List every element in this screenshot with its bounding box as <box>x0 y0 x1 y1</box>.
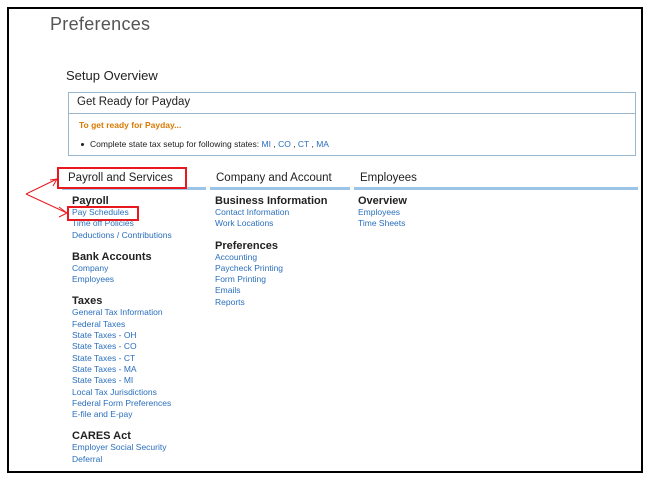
arrow-to-link-line <box>25 193 68 214</box>
arrow-head-tab-icon <box>49 178 58 187</box>
arrow-head-link-icon <box>58 206 68 218</box>
arrow-to-tab-line <box>25 178 58 195</box>
annotation-arrows <box>25 178 68 218</box>
